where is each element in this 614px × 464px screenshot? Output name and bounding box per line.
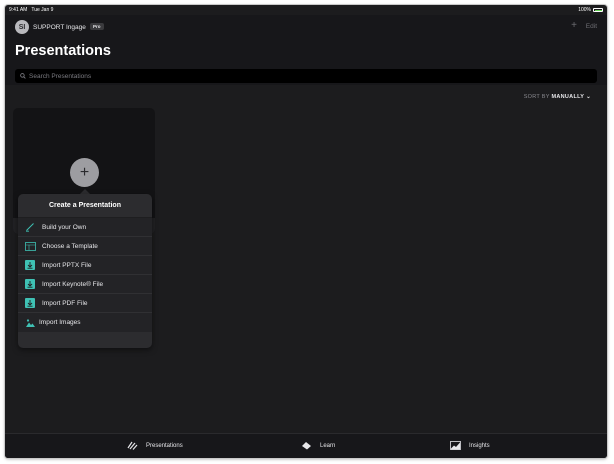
search-icon: [20, 73, 26, 79]
menu-item-import-pdf[interactable]: Import PDF File: [18, 294, 152, 313]
menu-item-build-your-own[interactable]: Build your Own: [18, 218, 152, 237]
template-icon: [24, 241, 36, 251]
app-window: 9:41 AM Tue Jan 9 100% SI SUPPORT Ingage…: [5, 5, 607, 458]
learn-icon: [302, 442, 311, 450]
import-file-icon: [24, 298, 36, 308]
search-bar[interactable]: [15, 69, 597, 83]
tab-insights[interactable]: Insights: [450, 441, 490, 450]
create-presentation-menu: Create a Presentation Build your Own Cho…: [18, 194, 152, 348]
menu-item-label: Import PDF File: [42, 299, 88, 307]
plan-badge: Pro: [90, 23, 104, 30]
page-title: Presentations: [15, 43, 111, 59]
menu-item-label: Import Keynote® File: [42, 280, 104, 288]
tab-learn[interactable]: Learn: [301, 441, 335, 450]
menu-item-import-images[interactable]: Import Images: [18, 313, 152, 332]
menu-item-import-keynote[interactable]: Import Keynote® File: [18, 275, 152, 294]
battery-percent: 100%: [578, 7, 591, 13]
header: SI SUPPORT Ingage Pro + Edit Presentatio…: [5, 15, 607, 85]
plus-circle-icon[interactable]: +: [70, 158, 99, 187]
status-right: 100%: [578, 7, 603, 13]
status-bar: 9:41 AM Tue Jan 9 100%: [5, 5, 607, 15]
search-input[interactable]: [29, 72, 569, 80]
tab-presentations[interactable]: Presentations: [127, 441, 183, 450]
import-file-icon: [24, 279, 36, 289]
edit-button[interactable]: Edit: [586, 23, 597, 30]
pencil-icon: [24, 222, 36, 232]
tab-label: Insights: [469, 442, 490, 449]
menu-item-label: Import PPTX File: [42, 261, 92, 269]
sort-value: MANUALLY: [551, 94, 585, 100]
insights-icon: [450, 441, 461, 450]
menu-title: Create a Presentation: [18, 194, 152, 218]
import-file-icon: [24, 260, 36, 270]
tab-bar: Presentations Learn Insights: [5, 433, 607, 458]
tab-label: Learn: [320, 442, 336, 449]
battery-icon: [593, 8, 603, 12]
menu-item-label: Build your Own: [42, 223, 87, 231]
tab-label: Presentations: [146, 442, 183, 449]
avatar[interactable]: SI: [15, 20, 29, 34]
sort-control[interactable]: SORT BY MANUALLY ⌄: [524, 94, 591, 100]
menu-item-import-pptx[interactable]: Import PPTX File: [18, 256, 152, 275]
menu-item-label: Import Images: [39, 319, 81, 326]
sort-prefix: SORT BY: [523, 94, 550, 100]
chevron-down-icon: ⌄: [586, 94, 591, 100]
image-icon: [24, 318, 36, 328]
menu-item-choose-template[interactable]: Choose a Template: [18, 237, 152, 256]
menu-items: Build your Own Choose a Template Import …: [18, 218, 152, 332]
plus-icon[interactable]: +: [571, 20, 577, 31]
presentations-icon: [127, 441, 138, 450]
status-date: Tue Jan 9: [31, 7, 54, 13]
status-time: 9:41 AM: [9, 7, 28, 13]
org-name[interactable]: SUPPORT Ingage: [33, 24, 86, 31]
menu-item-label: Choose a Template: [42, 242, 98, 250]
